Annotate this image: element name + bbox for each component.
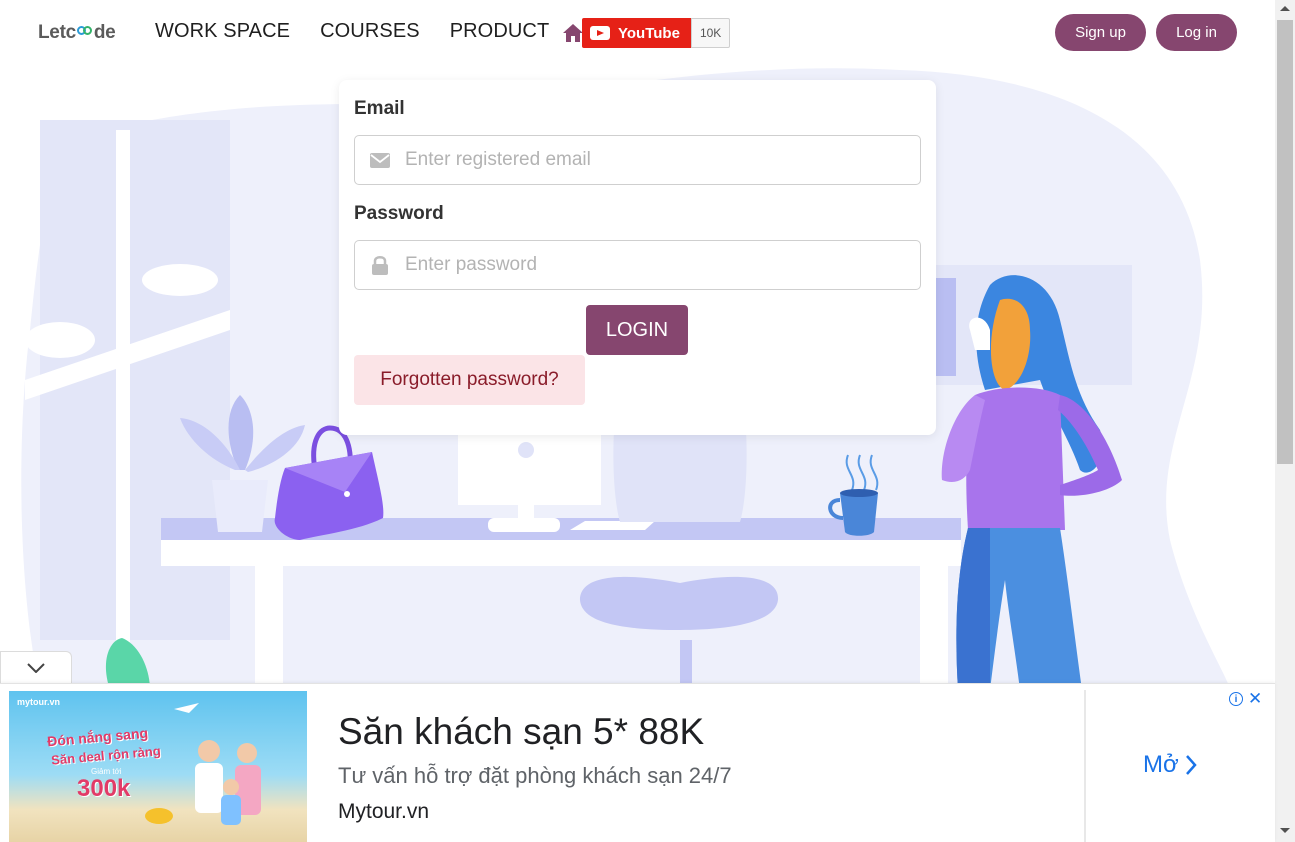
desk-leg (255, 566, 283, 690)
coffee (840, 489, 878, 497)
log-in-button[interactable]: Log in (1156, 14, 1237, 51)
password-label: Password (354, 203, 444, 224)
monitor-base (488, 518, 560, 532)
desk-edge (161, 540, 961, 566)
main-nav: WORK SPACE COURSES PRODUCT (155, 20, 549, 43)
login-submit-button[interactable]: LOGIN (586, 305, 688, 355)
youtube-subscribe[interactable]: YouTube 10K (582, 18, 731, 48)
letcode-logo[interactable]: Letc de (38, 22, 116, 44)
forgot-password-link[interactable]: Forgotten password? (354, 355, 585, 405)
chair-seat (580, 576, 779, 630)
logo-text-prefix: Letc (38, 22, 76, 43)
youtube-play-icon (590, 26, 610, 40)
ad-open-button[interactable]: Mở (1143, 751, 1197, 779)
ad-image-family-illustration (145, 703, 261, 825)
email-label: Email (354, 98, 405, 119)
lock-icon (355, 255, 405, 275)
envelope-icon (355, 152, 405, 168)
youtube-subscriber-count: 10K (690, 18, 731, 48)
scroll-down-arrow-icon[interactable] (1280, 828, 1290, 833)
desk-leg (920, 566, 948, 690)
logo-infinity-icon (76, 26, 93, 37)
scroll-up-arrow-icon[interactable] (1280, 6, 1290, 11)
plant-pot (212, 480, 268, 532)
ad-title[interactable]: Săn khách sạn 5* 88K (338, 711, 704, 753)
email-field[interactable] (354, 135, 921, 185)
monitor-logo (518, 442, 534, 458)
youtube-label: YouTube (618, 24, 680, 42)
nav-product[interactable]: PRODUCT (450, 20, 550, 43)
chevron-right-icon (1185, 755, 1197, 775)
login-page: Letc de WORK SPACE COURSES PRODUCT YouTub… (0, 0, 1295, 842)
top-navbar: Letc de WORK SPACE COURSES PRODUCT YouTub… (0, 0, 1275, 66)
sign-up-button[interactable]: Sign up (1055, 14, 1146, 51)
nav-courses[interactable]: COURSES (320, 20, 420, 43)
scrollbar-thumb[interactable] (1277, 20, 1293, 464)
ad-collapse-toggle[interactable] (0, 651, 72, 684)
ad-divider (1084, 690, 1086, 842)
ad-image[interactable]: mytour.vn Đón nắng sang Săn deal rộn ràn… (9, 691, 307, 842)
chair-back (613, 430, 747, 522)
chevron-down-icon (27, 663, 45, 673)
monitor-stand (518, 505, 534, 520)
nav-work-space[interactable]: WORK SPACE (155, 20, 290, 43)
ad-open-label: Mở (1143, 751, 1179, 778)
monitor (458, 430, 601, 505)
ad-info-icon[interactable]: i (1229, 692, 1243, 706)
handbag-clasp (344, 491, 350, 497)
ad-domain[interactable]: Mytour.vn (338, 800, 429, 824)
ad-subtitle: Tư vấn hỗ trợ đặt phòng khách sạn 24/7 (338, 763, 732, 788)
logo-text-suffix: de (93, 22, 116, 43)
email-input[interactable] (405, 149, 905, 171)
login-card: Email Password LOGIN Forgotten password? (339, 80, 936, 435)
password-input[interactable] (405, 254, 905, 276)
cloud (142, 264, 218, 296)
ad-close-icon[interactable]: ✕ (1248, 689, 1262, 709)
coffee-cup (840, 493, 878, 536)
window-frame-vertical (116, 130, 130, 650)
cloud (25, 322, 95, 358)
home-icon[interactable] (562, 23, 584, 43)
password-field[interactable] (354, 240, 921, 290)
youtube-button[interactable]: YouTube (582, 18, 691, 48)
